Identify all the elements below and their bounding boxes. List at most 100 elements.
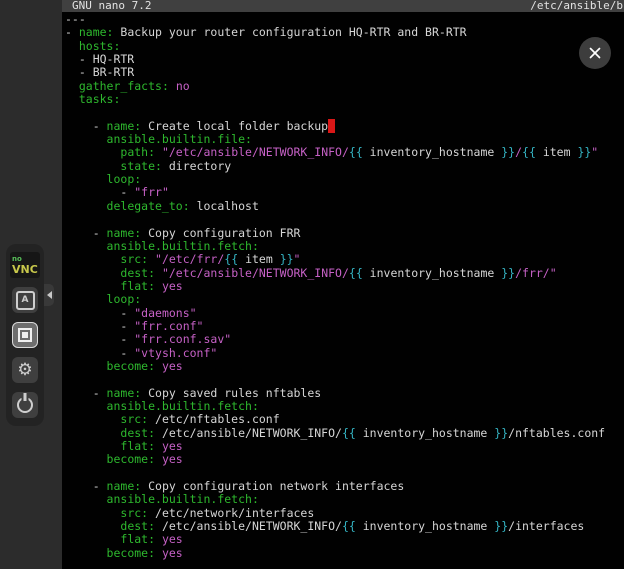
clipboard-icon: A (16, 291, 35, 310)
code-line: dest: "/etc/ansible/NETWORK_INFO/{{ inve… (65, 267, 624, 280)
code-segment: inventory_hostname (356, 519, 494, 533)
code-segment: item (238, 252, 280, 266)
code-segment: delegate_to: (107, 199, 190, 213)
settings-button[interactable]: ⚙ (12, 357, 38, 383)
code-line: - name: Copy configuration network inter… (65, 480, 624, 493)
code-segment: yes (162, 279, 183, 293)
code-segment: inventory_hostname (363, 266, 501, 280)
code-segment (65, 452, 107, 466)
code-segment: {{ (349, 145, 363, 159)
code-segment: become: (107, 452, 155, 466)
code-segment (65, 132, 107, 146)
code-segment (65, 159, 120, 173)
fullscreen-icon-inner (22, 332, 28, 338)
code-segment: " (591, 145, 598, 159)
code-segment: - (65, 119, 107, 133)
app-version-label: GNU nano 7.2 (72, 0, 151, 12)
code-segment: /etc/network/interfaces (148, 506, 314, 520)
code-line: gather_facts: no (65, 80, 624, 93)
code-segment: dest: (120, 426, 155, 440)
code-segment: }} (577, 145, 591, 159)
code-line: tasks: (65, 93, 624, 106)
code-segment: name: (79, 25, 114, 39)
code-segment (65, 279, 120, 293)
code-line: --- (65, 13, 624, 26)
code-segment: "frr.conf.sav" (134, 332, 231, 346)
code-segment: /etc/nftables.conf (148, 412, 280, 426)
code-segment: yes (162, 546, 183, 560)
code-segment: }} (494, 519, 508, 533)
code-line: state: directory (65, 160, 624, 173)
novnc-logo-no: no (12, 255, 22, 263)
terminal[interactable]: GNU nano 7.2 /etc/ansible/b ---- name: B… (62, 0, 624, 569)
close-button[interactable] (579, 37, 611, 69)
code-segment: ansible.builtin.fetch: (107, 239, 259, 253)
code-segment: Copy saved rules nftables (141, 386, 321, 400)
code-line: loop: (65, 293, 624, 306)
code-segment: "/etc/frr/ (155, 252, 224, 266)
code-segment: yes (162, 359, 183, 373)
code-line: hosts: (65, 40, 624, 53)
editor-content: ---- name: Backup your router configurat… (62, 12, 624, 560)
code-segment: "vtysh.conf" (134, 346, 217, 360)
code-segment: directory (162, 159, 231, 173)
code-segment: - HQ-RTR (65, 52, 134, 66)
code-segment: tasks: (79, 92, 121, 106)
vnc-sidebar: no VNC A ⚙ (0, 0, 62, 569)
code-segment (65, 145, 120, 159)
code-segment (65, 199, 107, 213)
code-line: - HQ-RTR (65, 53, 624, 66)
code-segment: flat: (120, 279, 155, 293)
code-segment: /etc/ansible/NETWORK_INFO/ (155, 426, 342, 440)
text-cursor (328, 119, 335, 133)
code-segment: --- (65, 12, 86, 26)
code-segment: - (65, 319, 134, 333)
code-segment (65, 532, 120, 546)
code-segment (155, 359, 162, 373)
panel-collapse-handle[interactable] (44, 284, 54, 306)
code-segment: / (515, 145, 522, 159)
code-line: src: /etc/network/interfaces (65, 507, 624, 520)
code-segment: src: (120, 506, 148, 520)
code-segment: "/etc/ansible/NETWORK_INFO/ (162, 266, 349, 280)
code-segment (155, 452, 162, 466)
fullscreen-button[interactable] (12, 322, 38, 348)
code-segment: {{ (349, 266, 363, 280)
code-segment (155, 439, 162, 453)
code-segment: flat: (120, 532, 155, 546)
code-segment: /nftables.conf (508, 426, 605, 440)
close-icon (588, 46, 602, 60)
code-segment (65, 492, 107, 506)
code-segment: become: (107, 359, 155, 373)
code-segment: yes (162, 452, 183, 466)
clipboard-button[interactable]: A (12, 287, 38, 313)
code-segment: yes (162, 439, 183, 453)
code-segment (169, 79, 176, 93)
code-segment (65, 39, 79, 53)
code-segment: flat: (120, 439, 155, 453)
code-segment: - (65, 332, 134, 346)
code-segment (65, 399, 107, 413)
code-segment (65, 172, 107, 186)
code-line: dest: /etc/ansible/NETWORK_INFO/{{ inven… (65, 520, 624, 533)
screen: no VNC A ⚙ GNU (0, 0, 624, 569)
code-line: ansible.builtin.fetch: (65, 400, 624, 413)
code-segment (148, 252, 155, 266)
code-line: src: "/etc/frr/{{ item }}" (65, 253, 624, 266)
code-segment: }} (501, 145, 515, 159)
code-line: flat: yes (65, 440, 624, 453)
nano-titlebar: GNU nano 7.2 /etc/ansible/b (62, 0, 624, 12)
code-line: - BR-RTR (65, 66, 624, 79)
code-segment: /frr/" (515, 266, 557, 280)
power-button[interactable] (12, 392, 38, 418)
code-segment: dest: (120, 266, 155, 280)
code-segment: Create local folder backup (141, 119, 328, 133)
code-segment: localhost (190, 199, 259, 213)
code-segment (155, 145, 162, 159)
code-line: dest: /etc/ansible/NETWORK_INFO/{{ inven… (65, 427, 624, 440)
code-segment (65, 92, 79, 106)
code-line: delegate_to: localhost (65, 200, 624, 213)
novnc-logo: no VNC (10, 252, 40, 278)
code-line: - "vtysh.conf" (65, 347, 624, 360)
code-segment: {{ (522, 145, 536, 159)
